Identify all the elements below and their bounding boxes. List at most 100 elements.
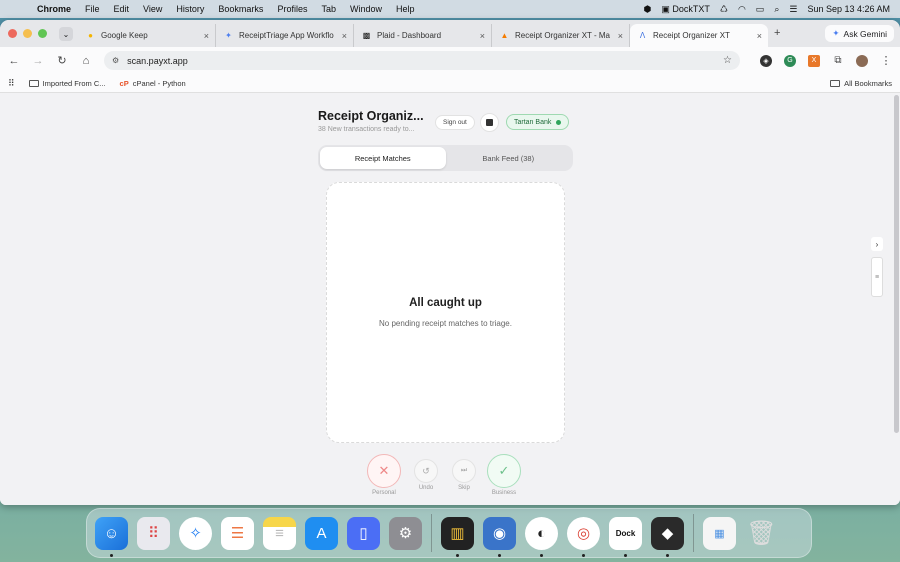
tab-firebase[interactable]: ▲ Receipt Organizer XT - Ma ×: [492, 24, 630, 47]
extensions-puzzle-icon[interactable]: ⧉: [832, 55, 844, 67]
profile-avatar[interactable]: [856, 54, 868, 67]
tab-search-button[interactable]: ⌄: [59, 27, 73, 41]
menu-tab[interactable]: Tab: [314, 4, 343, 14]
running-indicator: [666, 553, 669, 557]
view-tabs: Receipt Matches Bank Feed (38): [318, 145, 573, 171]
chevron-right-icon[interactable]: ›: [871, 237, 883, 251]
bookmark-label: cPanel - Python: [132, 78, 186, 88]
vpn-icon[interactable]: ⬢: [643, 4, 651, 15]
extension-shield-icon[interactable]: ◈: [760, 54, 772, 67]
menu-bookmarks[interactable]: Bookmarks: [211, 4, 270, 14]
personal-label: Personal: [372, 490, 396, 496]
sign-out-button[interactable]: Sign out: [435, 115, 475, 130]
tab-receipt-matches[interactable]: Receipt Matches: [320, 147, 446, 169]
preview-icon[interactable]: ▦: [703, 516, 736, 550]
bookmark-label: Imported From C...: [42, 78, 106, 88]
search-icon[interactable]: ⌕: [774, 4, 779, 15]
extension-grammarly-icon[interactable]: G: [784, 54, 796, 67]
close-icon[interactable]: ×: [757, 31, 762, 41]
extension-x-icon[interactable]: X: [808, 54, 820, 67]
all-bookmarks[interactable]: All Bookmarks: [830, 79, 892, 88]
menu-window[interactable]: Window: [343, 4, 389, 14]
archive-icon[interactable]: ◉: [483, 516, 516, 557]
status-area: ⬢ ▣ DockTXT ♺ ◠ ▭ ⌕ ☰ Sun Sep 13 4:26 AM: [643, 4, 900, 15]
bookmark-cpanel[interactable]: cP cPanel - Python: [120, 79, 186, 88]
wifi-icon[interactable]: ◠: [738, 4, 746, 15]
tab-receipt-organizer[interactable]: Λ Receipt Organizer XT ×: [630, 24, 768, 47]
bank-name: Tartan Bank: [514, 118, 552, 126]
running-indicator: [540, 553, 543, 557]
dock-separator: [431, 514, 432, 552]
site-info-icon[interactable]: ⚙: [112, 56, 119, 65]
control-center-icon[interactable]: ☰: [789, 4, 797, 15]
menu-profiles[interactable]: Profiles: [270, 4, 314, 14]
sync-icon[interactable]: ♺: [720, 4, 728, 15]
business-button[interactable]: ✓ Business: [487, 454, 521, 496]
system-settings-icon[interactable]: ⚙: [389, 516, 422, 550]
app-icon: Λ: [639, 31, 646, 40]
back-icon[interactable]: ←: [8, 55, 20, 67]
tab-google-keep[interactable]: ● Google Keep ×: [78, 24, 216, 47]
tab-plaid[interactable]: ▩ Plaid - Dashboard ×: [354, 24, 492, 47]
menu-file[interactable]: File: [78, 4, 107, 14]
undo-icon: ↺: [414, 459, 438, 483]
forward-icon[interactable]: →: [32, 55, 44, 67]
launchpad-icon[interactable]: ⠿: [137, 516, 170, 550]
page-scrollbar[interactable]: [894, 95, 899, 433]
menu-help[interactable]: Help: [389, 4, 422, 14]
iphone-mirroring-icon[interactable]: ▯: [347, 516, 380, 550]
tab-title: ReceiptTriage App Workflo: [239, 31, 334, 40]
skip-button[interactable]: ⏭ Skip: [452, 459, 476, 491]
close-icon[interactable]: ×: [204, 31, 209, 41]
running-indicator: [498, 553, 501, 557]
bookmark-star-icon[interactable]: ☆: [723, 55, 732, 66]
close-window-button[interactable]: [8, 29, 17, 38]
reload-icon[interactable]: ↻: [56, 54, 68, 67]
cube-icon[interactable]: ◆: [651, 516, 684, 557]
tab-bank-feed[interactable]: Bank Feed (38): [446, 147, 572, 169]
more-menu-icon[interactable]: ⋮: [880, 54, 892, 67]
bank-status-badge[interactable]: Tartan Bank: [506, 114, 570, 130]
close-icon[interactable]: ×: [342, 31, 347, 41]
stop-button[interactable]: [480, 113, 499, 132]
plaid-icon: ▩: [362, 31, 371, 40]
zoom-window-button[interactable]: [38, 29, 47, 38]
new-tab-button[interactable]: +: [774, 27, 780, 39]
docktxt-icon[interactable]: Dock: [609, 516, 642, 557]
minimize-window-button[interactable]: [23, 29, 32, 38]
drag-handle-icon[interactable]: ≡: [871, 257, 883, 297]
clock[interactable]: Sun Sep 13 4:26 AM: [807, 4, 890, 14]
menu-app-name[interactable]: Chrome: [30, 4, 78, 14]
tab-title: Receipt Organizer XT: [653, 31, 730, 40]
chrome-icon[interactable]: ◎: [567, 516, 600, 557]
skip-label: Skip: [458, 485, 470, 491]
undo-button[interactable]: ↺ Undo: [414, 459, 438, 491]
battery-icon[interactable]: ▭: [756, 4, 765, 15]
bookmark-imported[interactable]: Imported From C...: [28, 78, 106, 88]
apps-grid-icon[interactable]: ⠿: [8, 78, 15, 89]
close-icon[interactable]: ×: [480, 31, 485, 41]
menu-history[interactable]: History: [169, 4, 211, 14]
tab-receipttriage[interactable]: ✦ ReceiptTriage App Workflo ×: [216, 24, 354, 47]
chevron-down-icon: ⌄: [62, 29, 70, 39]
home-icon[interactable]: ⌂: [80, 55, 92, 67]
cpanel-icon: cP: [119, 78, 129, 88]
menu-view[interactable]: View: [136, 4, 169, 14]
notes-icon[interactable]: ≡: [263, 516, 296, 550]
grapher-icon[interactable]: ▥: [441, 516, 474, 557]
finder-icon[interactable]: ☺: [95, 516, 128, 557]
ask-gemini-button[interactable]: ✦ Ask Gemini: [825, 25, 894, 42]
app-store-icon[interactable]: A: [305, 516, 338, 550]
reminders-icon[interactable]: ☰: [221, 516, 254, 550]
browser-window: ⌄ ● Google Keep × ✦ ReceiptTriage App Wo…: [0, 20, 900, 505]
menu-edit[interactable]: Edit: [107, 4, 137, 14]
panda-icon[interactable]: ◐: [525, 516, 558, 557]
url-text[interactable]: scan.payxt.app: [127, 56, 188, 66]
personal-button[interactable]: ✕ Personal: [367, 454, 401, 496]
address-bar[interactable]: ⚙ scan.payxt.app ☆: [104, 51, 740, 70]
safari-icon[interactable]: ✧: [179, 516, 212, 550]
trash-icon[interactable]: 🗑: [745, 517, 778, 550]
close-icon[interactable]: ×: [618, 31, 623, 41]
stop-icon: [486, 119, 493, 126]
docktxt-status[interactable]: ▣ DockTXT: [661, 4, 710, 15]
